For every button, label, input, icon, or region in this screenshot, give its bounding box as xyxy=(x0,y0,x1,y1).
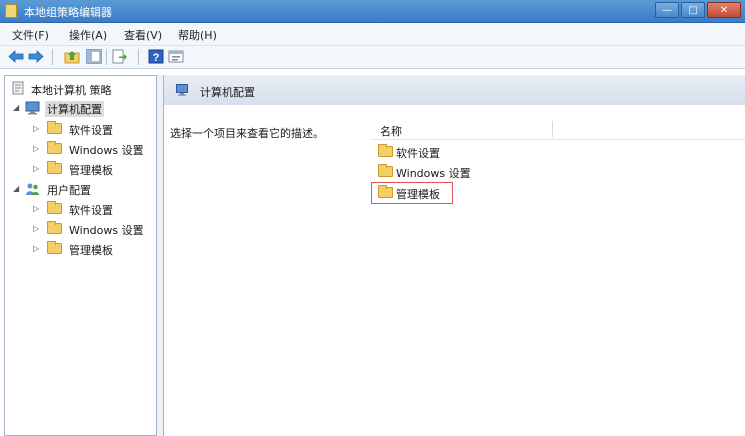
computer-icon xyxy=(25,101,40,115)
expand-arrow-icon[interactable]: ◢ xyxy=(13,184,19,193)
toolbar-separator xyxy=(106,49,107,65)
back-arrow-icon[interactable] xyxy=(8,49,24,64)
tree-root-label: 本地计算机 策略 xyxy=(31,84,112,97)
tree-item-computer-config[interactable]: ◢ 计算机配置 xyxy=(11,99,151,117)
tree-item-software-settings[interactable]: ▷ 软件设置 xyxy=(11,200,151,218)
tree-item-label: 软件设置 xyxy=(69,124,113,137)
list-item-windows-settings[interactable]: Windows 设置 xyxy=(374,163,574,181)
tree-item-label: 计算机配置 xyxy=(45,101,104,117)
collapse-arrow-icon[interactable]: ▷ xyxy=(33,224,39,233)
column-name-label: 名称 xyxy=(380,125,402,138)
collapse-arrow-icon[interactable]: ▷ xyxy=(33,124,39,133)
help-icon[interactable]: ? xyxy=(148,49,164,64)
details-title: 计算机配置 xyxy=(200,86,255,99)
folder-icon xyxy=(47,201,62,214)
folder-icon xyxy=(47,241,62,254)
list-panel-edge xyxy=(364,105,745,119)
tree-item-label: Windows 设置 xyxy=(69,224,144,237)
collapse-arrow-icon[interactable]: ▷ xyxy=(33,204,39,213)
toolbar: ? xyxy=(0,46,745,69)
tree-item-label: 管理模板 xyxy=(69,164,113,177)
folder-icon xyxy=(47,161,62,174)
column-divider[interactable] xyxy=(552,121,553,137)
collapse-arrow-icon[interactable]: ▷ xyxy=(33,244,39,253)
details-pane: 计算机配置 选择一个项目来查看它的描述。 名称 软件设置 Windows 设置 … xyxy=(163,75,745,436)
tree-item-admin-templates[interactable]: ▷ 管理模板 xyxy=(11,240,151,258)
show-hide-tree-icon[interactable] xyxy=(86,49,102,64)
column-header-name[interactable]: 名称 xyxy=(372,119,745,140)
svg-text:?: ? xyxy=(153,52,160,64)
menu-action[interactable]: 操作(A) xyxy=(69,27,107,43)
menu-file[interactable]: 文件(F) xyxy=(12,27,49,43)
folder-icon xyxy=(47,221,62,234)
maximize-button[interactable]: □ xyxy=(681,2,705,18)
tree-item-label: 管理模板 xyxy=(69,244,113,257)
folder-icon xyxy=(47,141,62,154)
export-list-icon[interactable] xyxy=(112,49,128,64)
users-icon xyxy=(26,183,39,195)
list-item-label: 软件设置 xyxy=(396,147,440,160)
toolbar-separator xyxy=(138,49,139,65)
description-text: 选择一个项目来查看它的描述。 xyxy=(170,127,324,140)
tree-item-software-settings[interactable]: ▷ 软件设置 xyxy=(11,120,151,138)
tree-item-windows-settings[interactable]: ▷ Windows 设置 xyxy=(11,140,151,158)
toolbar-separator xyxy=(52,49,53,65)
folder-icon xyxy=(378,164,393,177)
properties-icon[interactable] xyxy=(168,49,184,64)
console-tree[interactable]: 本地计算机 策略 ◢ 计算机配置 ▷ 软件设置 ▷ Windows 设置 ▷ 管… xyxy=(4,75,157,436)
tree-item-label: 用户配置 xyxy=(47,184,91,197)
menu-bar: 文件(F) 操作(A) 查看(V) 帮助(H) xyxy=(0,23,745,46)
expand-arrow-icon[interactable]: ◢ xyxy=(13,103,19,112)
menu-help[interactable]: 帮助(H) xyxy=(178,27,217,43)
policy-document-icon xyxy=(12,81,24,95)
tree-item-admin-templates[interactable]: ▷ 管理模板 xyxy=(11,160,151,178)
window-title: 本地组策略编辑器 xyxy=(24,6,112,19)
menu-view[interactable]: 查看(V) xyxy=(124,27,162,43)
close-button[interactable]: ✕ xyxy=(707,2,741,18)
collapse-arrow-icon[interactable]: ▷ xyxy=(33,164,39,173)
computer-icon xyxy=(176,84,188,96)
tree-item-user-config[interactable]: ◢ 用户配置 xyxy=(11,180,151,198)
gpedit-app-icon xyxy=(5,4,17,18)
details-header: 计算机配置 xyxy=(164,75,745,105)
highlight-box xyxy=(371,182,453,204)
minimize-button[interactable]: — xyxy=(655,2,679,18)
tree-root[interactable]: 本地计算机 策略 xyxy=(11,80,151,98)
list-item-label: Windows 设置 xyxy=(396,167,471,180)
tree-item-windows-settings[interactable]: ▷ Windows 设置 xyxy=(11,220,151,238)
up-folder-icon[interactable] xyxy=(64,49,80,64)
tree-item-label: 软件设置 xyxy=(69,204,113,217)
forward-arrow-icon[interactable] xyxy=(28,49,44,64)
folder-icon xyxy=(47,121,62,134)
title-bar: 本地组策略编辑器 — □ ✕ xyxy=(0,0,745,23)
tree-item-label: Windows 设置 xyxy=(69,144,144,157)
folder-icon xyxy=(378,144,393,157)
collapse-arrow-icon[interactable]: ▷ xyxy=(33,144,39,153)
list-item-software-settings[interactable]: 软件设置 xyxy=(374,143,574,161)
